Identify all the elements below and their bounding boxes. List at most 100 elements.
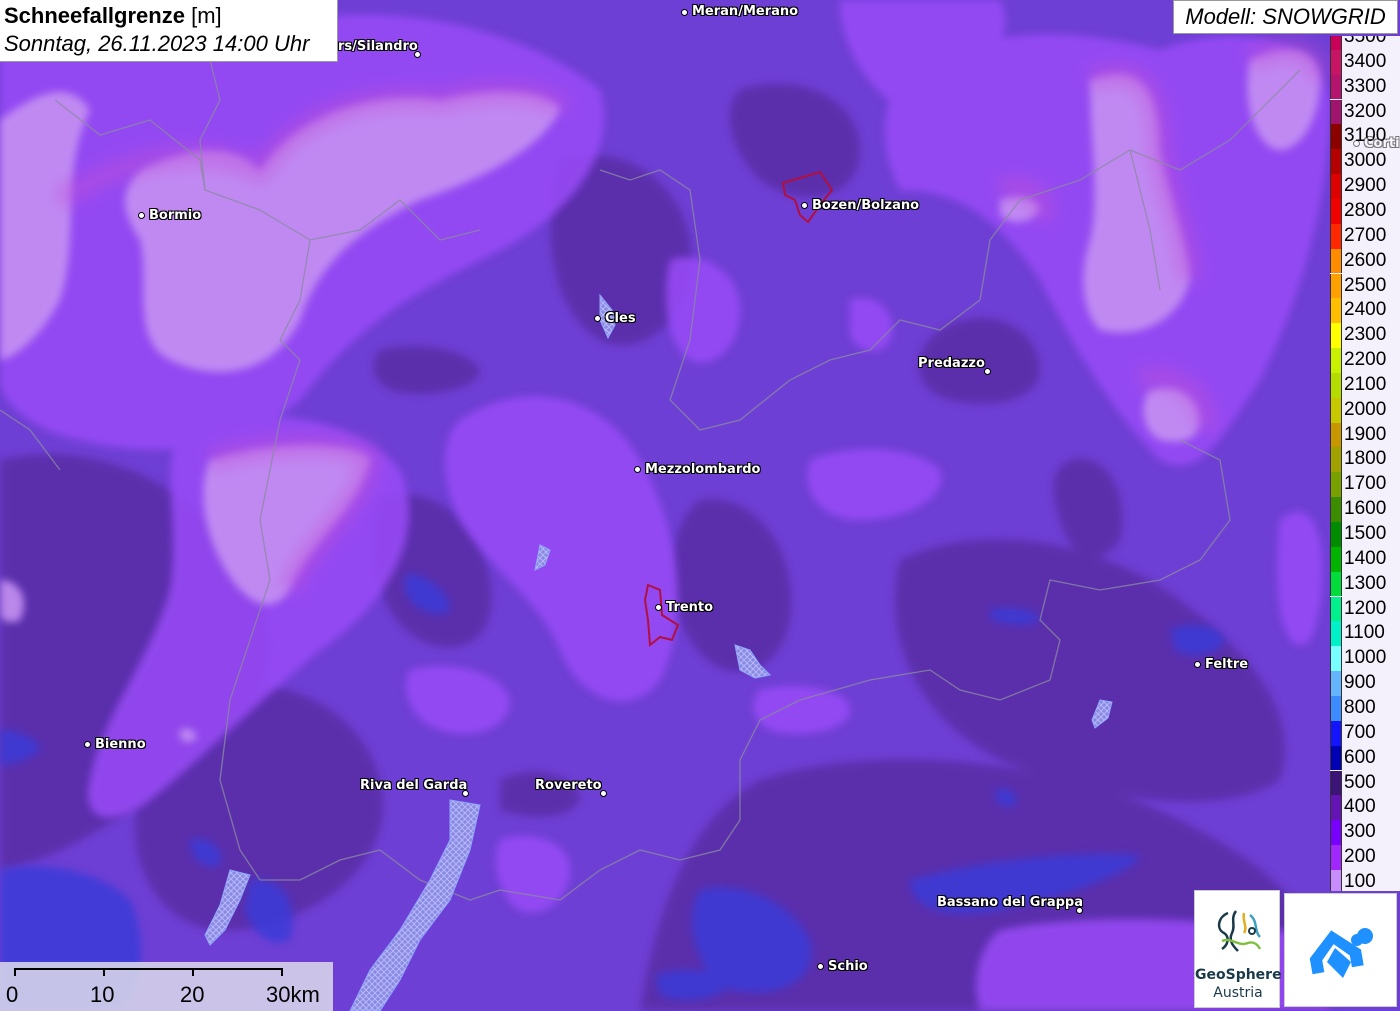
legend-label: 3300 <box>1344 75 1387 97</box>
legend-label: 3500 <box>1344 36 1387 47</box>
legend-row: 2000 <box>1330 397 1400 423</box>
legend-row: 500 <box>1330 770 1400 796</box>
legend-label: 700 <box>1344 721 1376 743</box>
scale-tick <box>103 968 105 976</box>
city-label[interactable]: rs/Silandro <box>338 39 418 54</box>
legend-label: 1900 <box>1344 423 1387 445</box>
legend-swatch <box>1330 820 1342 845</box>
geosphere-logo[interactable]: GeoSphere Austria <box>1194 890 1282 1008</box>
legend-row: 700 <box>1330 720 1400 746</box>
legend-row: 800 <box>1330 695 1400 721</box>
legend-row: 2500 <box>1330 273 1400 299</box>
legend-label: 1200 <box>1344 597 1387 619</box>
legend-row: 3400 <box>1330 49 1400 75</box>
legend-label: 600 <box>1344 746 1376 768</box>
city-label[interactable]: Trento <box>666 600 713 615</box>
scale-tick <box>14 968 16 976</box>
scale-label-10: 10 <box>90 982 115 1007</box>
map-title: Schneefallgrenze [m] <box>4 2 333 30</box>
legend-swatch <box>1330 646 1342 672</box>
legend-row: 3300 <box>1330 74 1400 100</box>
city-label[interactable]: Schio <box>828 959 868 974</box>
legend-swatch <box>1330 472 1342 498</box>
city-label[interactable]: Corti <box>1364 136 1400 151</box>
legend-swatch <box>1330 198 1342 224</box>
legend-label: 1800 <box>1344 448 1387 470</box>
legend-swatch <box>1330 323 1342 348</box>
city-label[interactable]: Riva del Garda <box>360 778 467 793</box>
legend-row: 1700 <box>1330 472 1400 498</box>
scale-label-20: 20 <box>180 982 205 1007</box>
legend-swatch <box>1330 621 1342 647</box>
legend-swatch <box>1330 497 1342 522</box>
legend-label: 2100 <box>1344 373 1387 395</box>
city-label[interactable]: Mezzolombardo <box>645 462 760 477</box>
legend-row: 1400 <box>1330 546 1400 572</box>
title-unit: [m] <box>191 3 222 28</box>
legend-row: 2100 <box>1330 372 1400 398</box>
legend-row: 1100 <box>1330 621 1400 647</box>
legend-swatch <box>1330 770 1342 796</box>
city-label[interactable]: Meran/Merano <box>692 4 798 19</box>
legend-swatch <box>1330 671 1342 696</box>
legend-row: 2400 <box>1330 298 1400 324</box>
title-variable: Schneefallgrenze <box>4 3 185 28</box>
city-dot <box>680 8 688 16</box>
legend-swatch <box>1330 273 1342 299</box>
legend-row: 600 <box>1330 745 1400 771</box>
legend-swatch <box>1330 372 1342 398</box>
legend-label: 200 <box>1344 846 1376 868</box>
legend-swatch <box>1330 596 1342 622</box>
legend-row: 1300 <box>1330 571 1400 597</box>
geosphere-name: GeoSphere <box>1195 967 1282 983</box>
scale-label-30km: 30km <box>266 982 320 1007</box>
legend-row: 2300 <box>1330 323 1400 348</box>
city-label[interactable]: Bienno <box>95 737 146 752</box>
legend-label: 1600 <box>1344 498 1387 520</box>
city-label[interactable]: Bassano del Grappa <box>937 895 1083 910</box>
legend-row: 3000 <box>1330 149 1400 175</box>
model-label: Modell: SNOWGRID <box>1173 0 1398 34</box>
legend-row: 2700 <box>1330 223 1400 249</box>
legend-swatch <box>1330 248 1342 274</box>
city-dot <box>1193 660 1201 668</box>
city-label[interactable]: Rovereto <box>535 778 602 793</box>
legend-swatch <box>1330 124 1342 150</box>
legend-label: 2800 <box>1344 199 1387 221</box>
legend-swatch <box>1330 149 1342 175</box>
legend-swatch <box>1330 845 1342 870</box>
geosphere-icon <box>1217 910 1262 952</box>
legend-row: 100 <box>1330 869 1400 891</box>
legend-row: 200 <box>1330 845 1400 870</box>
legend-row: 3500 <box>1330 36 1400 50</box>
weather-app-icon <box>1309 928 1373 978</box>
city-label[interactable]: Bozen/Bolzano <box>812 198 919 213</box>
legend-swatch <box>1330 174 1342 199</box>
legend-row: 300 <box>1330 820 1400 845</box>
legend-label: 3400 <box>1344 50 1387 72</box>
legend-swatch <box>1330 795 1342 821</box>
geosphere-sub: Austria <box>1213 985 1263 1001</box>
city-label[interactable]: Cles <box>605 311 636 326</box>
legend-label: 500 <box>1344 771 1376 793</box>
app-logo[interactable] <box>1284 893 1397 1007</box>
legend-swatch <box>1330 745 1342 771</box>
city-label[interactable]: Predazzo <box>918 356 985 371</box>
legend-label: 1700 <box>1344 473 1387 495</box>
city-dot <box>137 211 145 219</box>
legend-label: 100 <box>1344 870 1376 891</box>
legend-row: 900 <box>1330 671 1400 696</box>
legend-label: 2300 <box>1344 324 1387 346</box>
legend-label: 3000 <box>1344 150 1387 172</box>
city-label[interactable]: Feltre <box>1205 657 1248 672</box>
city-dot <box>83 740 91 748</box>
legend-label: 1400 <box>1344 547 1387 569</box>
city-dot <box>816 962 824 970</box>
legend-swatch <box>1330 99 1342 125</box>
legend-swatch <box>1330 348 1342 373</box>
snowline-map[interactable] <box>0 0 1400 1011</box>
legend-swatch <box>1330 447 1342 473</box>
city-label[interactable]: Bormio <box>149 208 201 223</box>
legend-swatch <box>1330 869 1342 891</box>
legend-swatch <box>1330 546 1342 572</box>
